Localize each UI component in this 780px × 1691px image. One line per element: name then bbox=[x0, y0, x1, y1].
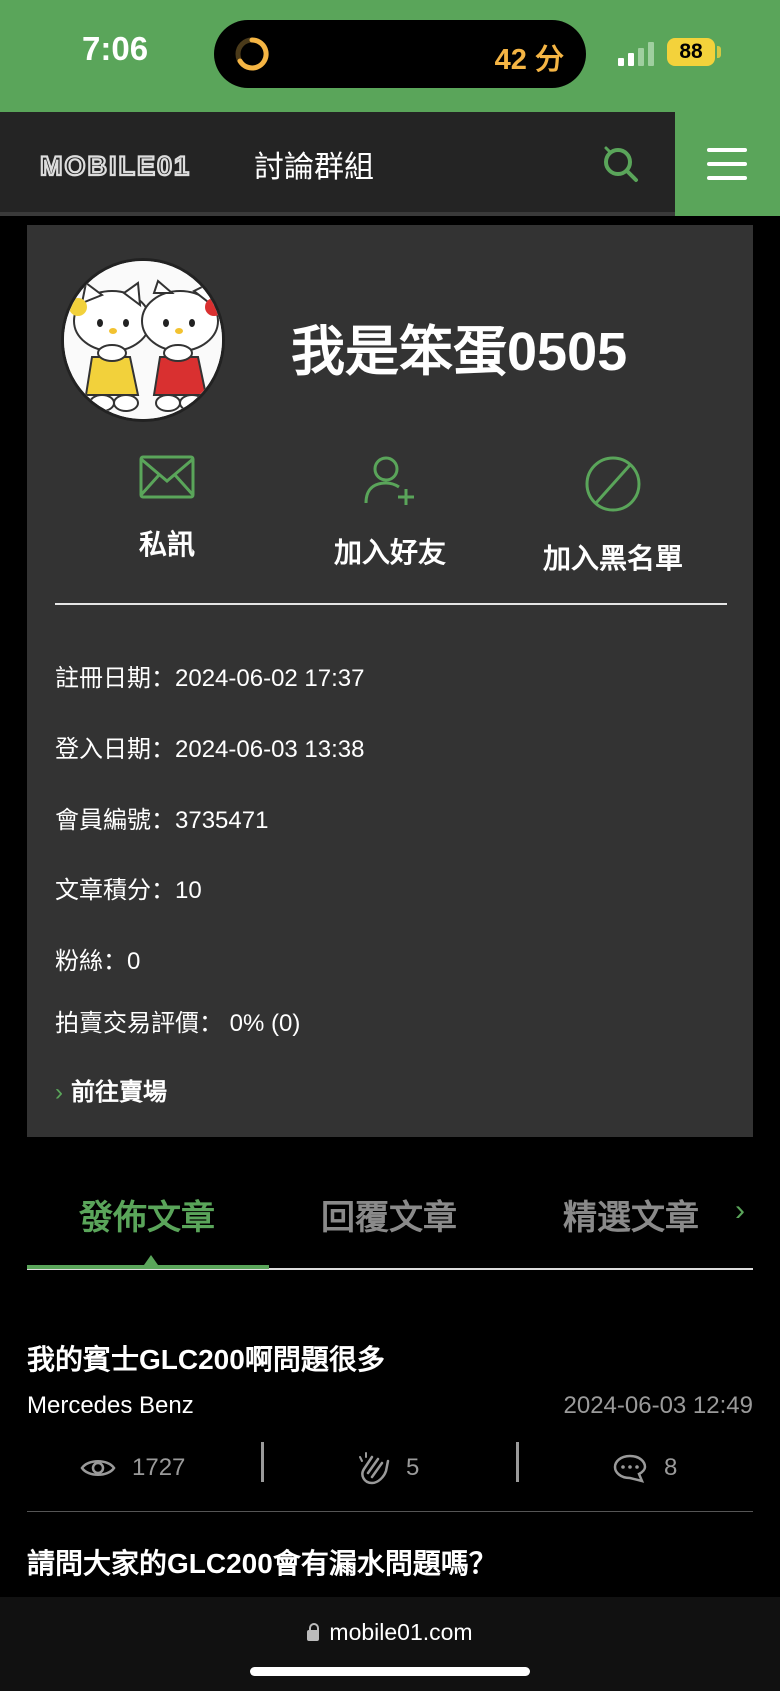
register-date: 註冊日期：2024-06-02 17:37 bbox=[55, 665, 365, 692]
post-title[interactable]: 我的賓士GLC200啊問題很多 bbox=[27, 1338, 385, 1378]
envelope-icon bbox=[139, 455, 195, 499]
shop-link-label: 前往賣場 bbox=[71, 1079, 167, 1106]
nav-title[interactable]: 討論群組 bbox=[254, 142, 374, 186]
home-indicator[interactable] bbox=[250, 1667, 530, 1676]
shop-link[interactable]: › 前往賣場 bbox=[55, 1072, 167, 1107]
views-count: 1727 bbox=[132, 1454, 186, 1481]
article-points: 文章積分：10 bbox=[55, 877, 202, 904]
likes-stat[interactable]: 5 bbox=[358, 1448, 419, 1488]
profile-divider bbox=[55, 603, 727, 605]
active-tab-indicator bbox=[27, 1265, 269, 1269]
avatar bbox=[61, 258, 225, 422]
add-user-icon bbox=[364, 456, 414, 505]
comments-stat: 8 bbox=[612, 1448, 677, 1488]
stat-separator bbox=[261, 1442, 264, 1482]
url-text: mobile01.com bbox=[329, 1619, 473, 1645]
hamburger-line bbox=[707, 162, 747, 166]
timer-ring-icon bbox=[235, 37, 269, 71]
profile-card: 我是笨蛋0505 私訊 加入好友 加入黑名單 註冊日期：2024-06-02 1… bbox=[27, 225, 753, 1137]
likes-count: 5 bbox=[406, 1454, 420, 1481]
chevron-right-icon: › bbox=[55, 1079, 63, 1106]
auction-rating: 拍賣交易評價： 0% (0) bbox=[55, 1010, 301, 1037]
hello-kitty-avatar-icon bbox=[64, 261, 222, 419]
add-friend-button[interactable]: 加入好友 bbox=[290, 455, 490, 571]
menu-button[interactable] bbox=[675, 112, 780, 216]
post-divider bbox=[27, 1511, 753, 1512]
post-date: 2024-06-03 12:49 bbox=[563, 1392, 754, 1419]
comment-icon bbox=[613, 1454, 647, 1483]
hamburger-line bbox=[707, 148, 747, 152]
tab-featured[interactable]: 精選文章 bbox=[511, 1190, 751, 1239]
block-button[interactable]: 加入黑名單 bbox=[513, 455, 713, 577]
stat-separator bbox=[516, 1442, 519, 1482]
browser-url-bar[interactable]: mobile01.com bbox=[0, 1597, 780, 1691]
add-friend-label: 加入好友 bbox=[333, 537, 446, 568]
mobile01-logo[interactable]: MOBILE01 bbox=[40, 144, 232, 184]
svg-text:MOBILE01: MOBILE01 bbox=[40, 151, 191, 181]
top-navigation: MOBILE01 討論群組 bbox=[0, 112, 780, 216]
lock-icon bbox=[307, 1623, 320, 1641]
message-button[interactable]: 私訊 bbox=[67, 455, 267, 563]
hamburger-line bbox=[707, 176, 747, 180]
search-icon[interactable] bbox=[596, 140, 644, 188]
timer-text: 42 分 bbox=[494, 44, 564, 76]
eye-icon bbox=[80, 1460, 116, 1476]
login-date: 登入日期：2024-06-03 13:38 bbox=[55, 736, 365, 763]
comments-count: 8 bbox=[664, 1454, 678, 1481]
block-icon bbox=[585, 456, 641, 512]
views-stat: 1727 bbox=[80, 1448, 185, 1488]
dynamic-island[interactable]: 42 分 bbox=[214, 20, 586, 88]
article-tabs: 發佈文章 回覆文章 精選文章 › bbox=[27, 1190, 753, 1270]
post-title[interactable]: 請問大家的GLC200會有漏水問題嗎？ bbox=[27, 1542, 497, 1582]
tab-replies[interactable]: 回覆文章 bbox=[269, 1190, 509, 1239]
battery-icon: 88 bbox=[667, 38, 715, 66]
post-category[interactable]: Mercedes Benz bbox=[27, 1392, 194, 1420]
block-label: 加入黑名單 bbox=[542, 543, 683, 574]
member-id: 會員編號：3735471 bbox=[55, 807, 269, 834]
status-time: 7:06 bbox=[82, 30, 149, 67]
status-bar: 7:06 42 分 88 bbox=[0, 0, 780, 112]
active-tab-pointer bbox=[144, 1255, 158, 1265]
tabs-next-icon[interactable]: › bbox=[735, 1194, 745, 1228]
battery-tip bbox=[717, 46, 721, 58]
signal-icon bbox=[618, 42, 654, 66]
message-label: 私訊 bbox=[138, 529, 195, 560]
fans-count: 粉絲：0 bbox=[55, 948, 141, 975]
url-display[interactable]: mobile01.com bbox=[0, 1619, 780, 1646]
clap-icon bbox=[359, 1452, 390, 1485]
profile-username: 我是笨蛋0505 bbox=[291, 322, 628, 382]
tab-posts[interactable]: 發佈文章 bbox=[27, 1190, 267, 1239]
